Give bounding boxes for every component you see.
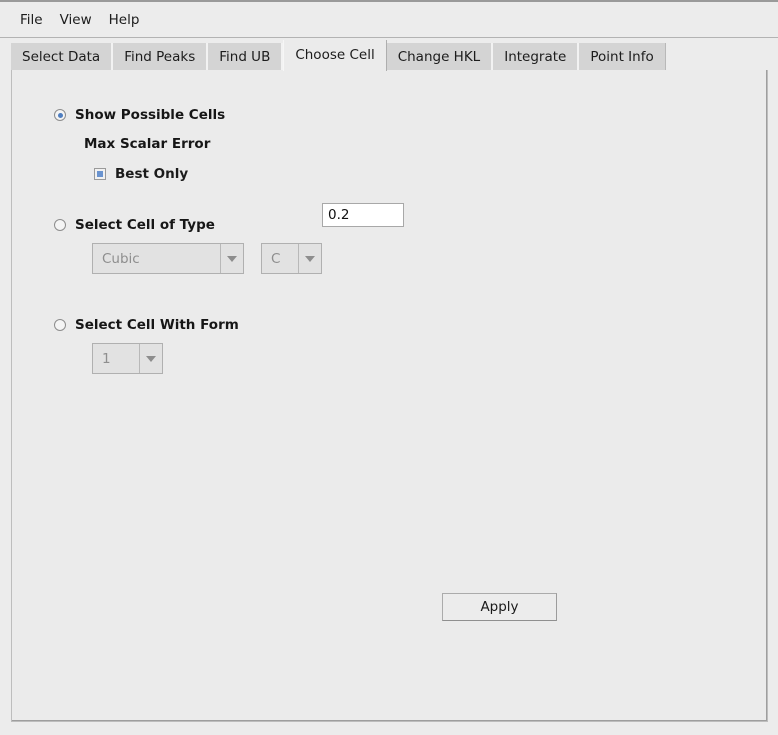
- chevron-down-icon: [298, 244, 321, 273]
- cell-type-dropdown[interactable]: Cubic: [92, 243, 244, 274]
- cell-type-dropdown-value: Cubic: [93, 244, 220, 273]
- radio-selected-icon: [54, 109, 66, 121]
- radio-select-cell-of-type[interactable]: Select Cell of Type: [54, 217, 215, 233]
- checkbox-best-only[interactable]: Best Only: [94, 166, 188, 182]
- tab-integrate[interactable]: Integrate: [493, 43, 579, 71]
- max-scalar-error-row: Max Scalar Error: [84, 136, 210, 152]
- panel-right-border: [766, 70, 767, 721]
- menu-bar: File View Help: [0, 2, 778, 38]
- radio-unselected-icon: [54, 319, 66, 331]
- max-scalar-error-input[interactable]: [322, 203, 404, 227]
- radio-show-possible-cells-label: Show Possible Cells: [75, 107, 225, 123]
- tab-change-hkl[interactable]: Change HKL: [387, 43, 494, 71]
- form-number-dropdown-value: 1: [93, 344, 139, 373]
- apply-button[interactable]: Apply: [442, 593, 557, 621]
- tab-select-data[interactable]: Select Data: [11, 43, 113, 71]
- panel-bottom-border: [12, 720, 767, 721]
- choose-cell-panel: Show Possible Cells Max Scalar Error Bes…: [11, 70, 768, 722]
- menu-item-help[interactable]: Help: [102, 9, 147, 31]
- centering-dropdown[interactable]: C: [261, 243, 322, 274]
- max-scalar-error-label: Max Scalar Error: [84, 136, 210, 152]
- checkbox-best-only-label: Best Only: [115, 166, 188, 182]
- chevron-down-icon: [220, 244, 243, 273]
- radio-select-cell-with-form-label: Select Cell With Form: [75, 317, 239, 333]
- tab-find-ub[interactable]: Find UB: [208, 43, 283, 71]
- radio-select-cell-of-type-label: Select Cell of Type: [75, 217, 215, 233]
- radio-unselected-icon: [54, 219, 66, 231]
- chevron-down-icon: [139, 344, 162, 373]
- form-number-dropdown[interactable]: 1: [92, 343, 163, 374]
- menu-item-view[interactable]: View: [53, 9, 99, 31]
- radio-select-cell-with-form[interactable]: Select Cell With Form: [54, 317, 239, 333]
- tab-bar: Select Data Find Peaks Find UB Choose Ce…: [0, 40, 778, 71]
- checkbox-checked-icon: [94, 168, 106, 180]
- radio-show-possible-cells[interactable]: Show Possible Cells: [54, 107, 225, 123]
- tab-choose-cell[interactable]: Choose Cell: [283, 40, 386, 71]
- tab-find-peaks[interactable]: Find Peaks: [113, 43, 208, 71]
- tab-point-info[interactable]: Point Info: [579, 43, 665, 71]
- centering-dropdown-value: C: [262, 244, 298, 273]
- menu-item-file[interactable]: File: [13, 9, 50, 31]
